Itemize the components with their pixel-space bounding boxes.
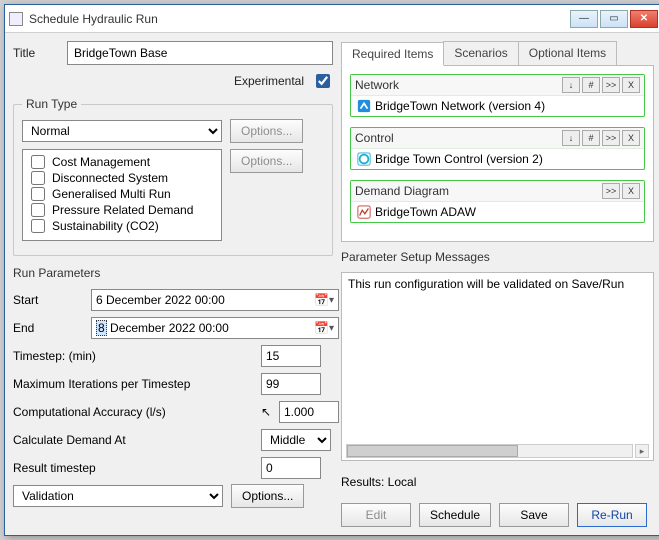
timestep-input[interactable] (261, 345, 321, 367)
run-parameters-legend: Run Parameters (13, 266, 339, 280)
experimental-label: Experimental (234, 74, 304, 88)
computational-accuracy-label: Computational Accuracy (l/s) (13, 405, 253, 419)
chevron-down-icon: ▾ (329, 323, 334, 334)
end-label: End (13, 321, 83, 335)
mode-select[interactable]: Validation (13, 485, 223, 507)
close-button[interactable]: ✕ (630, 10, 658, 28)
run-type-options-button-1[interactable]: Options... (230, 119, 303, 143)
window: Schedule Hydraulic Run — ▭ ✕ Title Exper… (4, 4, 659, 536)
maximize-button[interactable]: ▭ (600, 10, 628, 28)
tab-body-required: Network ↓ # >> X BridgeTown Network (ver… (341, 66, 654, 242)
scrollbar-thumb[interactable] (347, 445, 518, 457)
tab-scenarios[interactable]: Scenarios (443, 41, 518, 65)
tabstrip: Required Items Scenarios Optional Items (341, 41, 654, 66)
demand-item-name[interactable]: BridgeTown ADAW (375, 205, 476, 219)
required-network-heading: Network (355, 78, 560, 92)
window-title: Schedule Hydraulic Run (29, 12, 570, 26)
result-timestep-label: Result timestep (13, 461, 253, 475)
demand-remove-button[interactable]: X (622, 183, 640, 199)
footer-buttons: Edit Schedule Save Re-Run (341, 503, 654, 527)
results-label: Results: Local (341, 475, 654, 489)
tab-optional-items[interactable]: Optional Items (518, 41, 617, 65)
run-type-legend: Run Type (22, 97, 81, 111)
max-iterations-label: Maximum Iterations per Timestep (13, 377, 253, 391)
required-network: Network ↓ # >> X BridgeTown Network (ver… (350, 74, 645, 117)
calc-demand-label: Calculate Demand At (13, 433, 253, 447)
result-timestep-input[interactable] (261, 457, 321, 479)
network-open-button[interactable]: >> (602, 77, 620, 93)
chevron-down-icon: ▾ (329, 295, 334, 306)
control-remove-button[interactable]: X (622, 130, 640, 146)
mode-options-button[interactable]: Options... (231, 484, 304, 508)
rerun-button[interactable]: Re-Run (577, 503, 647, 527)
required-control-heading: Control (355, 131, 560, 145)
param-messages-box[interactable]: This run configuration will be validated… (341, 272, 654, 461)
network-remove-button[interactable]: X (622, 77, 640, 93)
timestep-label: Timestep: (min) (13, 349, 253, 363)
app-icon (9, 12, 23, 26)
end-datetime-picker[interactable]: 8 December 2022 00:00 📅▾ (91, 317, 339, 339)
calendar-icon: 📅 (314, 321, 329, 335)
flag-pressure-related-demand[interactable]: Pressure Related Demand (27, 202, 217, 218)
required-control: Control ↓ # >> X Bridge Town Control (ve… (350, 127, 645, 170)
calendar-icon: 📅 (314, 293, 329, 307)
scroll-right-button[interactable]: ▸ (635, 444, 649, 458)
control-icon (357, 152, 371, 166)
left-column: Title Experimental Run Type Normal Optio… (13, 41, 333, 527)
calc-demand-select[interactable]: Middle (261, 429, 331, 451)
computational-accuracy-input[interactable] (279, 401, 339, 423)
schedule-button[interactable]: Schedule (419, 503, 491, 527)
required-demand: Demand Diagram >> X BridgeTown ADAW (350, 180, 645, 223)
horizontal-scrollbar[interactable] (346, 444, 633, 458)
edit-button[interactable]: Edit (341, 503, 411, 527)
run-type-group: Run Type Normal Options... Cost Manageme… (13, 97, 333, 256)
flag-generalised-multi-run[interactable]: Generalised Multi Run (27, 186, 217, 202)
run-type-flags-list[interactable]: Cost Management Disconnected System Gene… (22, 149, 222, 241)
title-label: Title (13, 46, 59, 60)
max-iterations-input[interactable] (261, 373, 321, 395)
flag-sustainability[interactable]: Sustainability (CO2) (27, 218, 217, 234)
tab-required-items[interactable]: Required Items (341, 42, 444, 66)
save-button[interactable]: Save (499, 503, 569, 527)
title-input[interactable] (67, 41, 333, 65)
control-down-button[interactable]: ↓ (562, 130, 580, 146)
demand-diagram-icon (357, 205, 371, 219)
run-type-select[interactable]: Normal (22, 120, 222, 142)
right-column: Required Items Scenarios Optional Items … (341, 41, 654, 527)
minimize-button[interactable]: — (570, 10, 598, 28)
flag-disconnected-system[interactable]: Disconnected System (27, 170, 217, 186)
start-label: Start (13, 293, 83, 307)
run-parameters-group: Run Parameters Start 6 December 2022 00:… (13, 264, 339, 510)
cursor-icon: ↖ (261, 405, 271, 419)
run-type-options-button-2[interactable]: Options... (230, 149, 303, 173)
flag-cost-management[interactable]: Cost Management (27, 154, 217, 170)
demand-open-button[interactable]: >> (602, 183, 620, 199)
control-open-button[interactable]: >> (602, 130, 620, 146)
required-demand-heading: Demand Diagram (355, 184, 600, 198)
network-down-button[interactable]: ↓ (562, 77, 580, 93)
param-messages-text: This run configuration will be validated… (348, 277, 647, 291)
network-item-name[interactable]: BridgeTown Network (version 4) (375, 99, 545, 113)
start-datetime-picker[interactable]: 6 December 2022 00:00 📅▾ (91, 289, 339, 311)
network-hash-button[interactable]: # (582, 77, 600, 93)
titlebar[interactable]: Schedule Hydraulic Run — ▭ ✕ (5, 5, 659, 33)
control-hash-button[interactable]: # (582, 130, 600, 146)
param-messages-heading: Parameter Setup Messages (341, 250, 654, 264)
control-item-name[interactable]: Bridge Town Control (version 2) (375, 152, 543, 166)
experimental-checkbox[interactable] (316, 74, 330, 88)
network-icon (357, 99, 371, 113)
